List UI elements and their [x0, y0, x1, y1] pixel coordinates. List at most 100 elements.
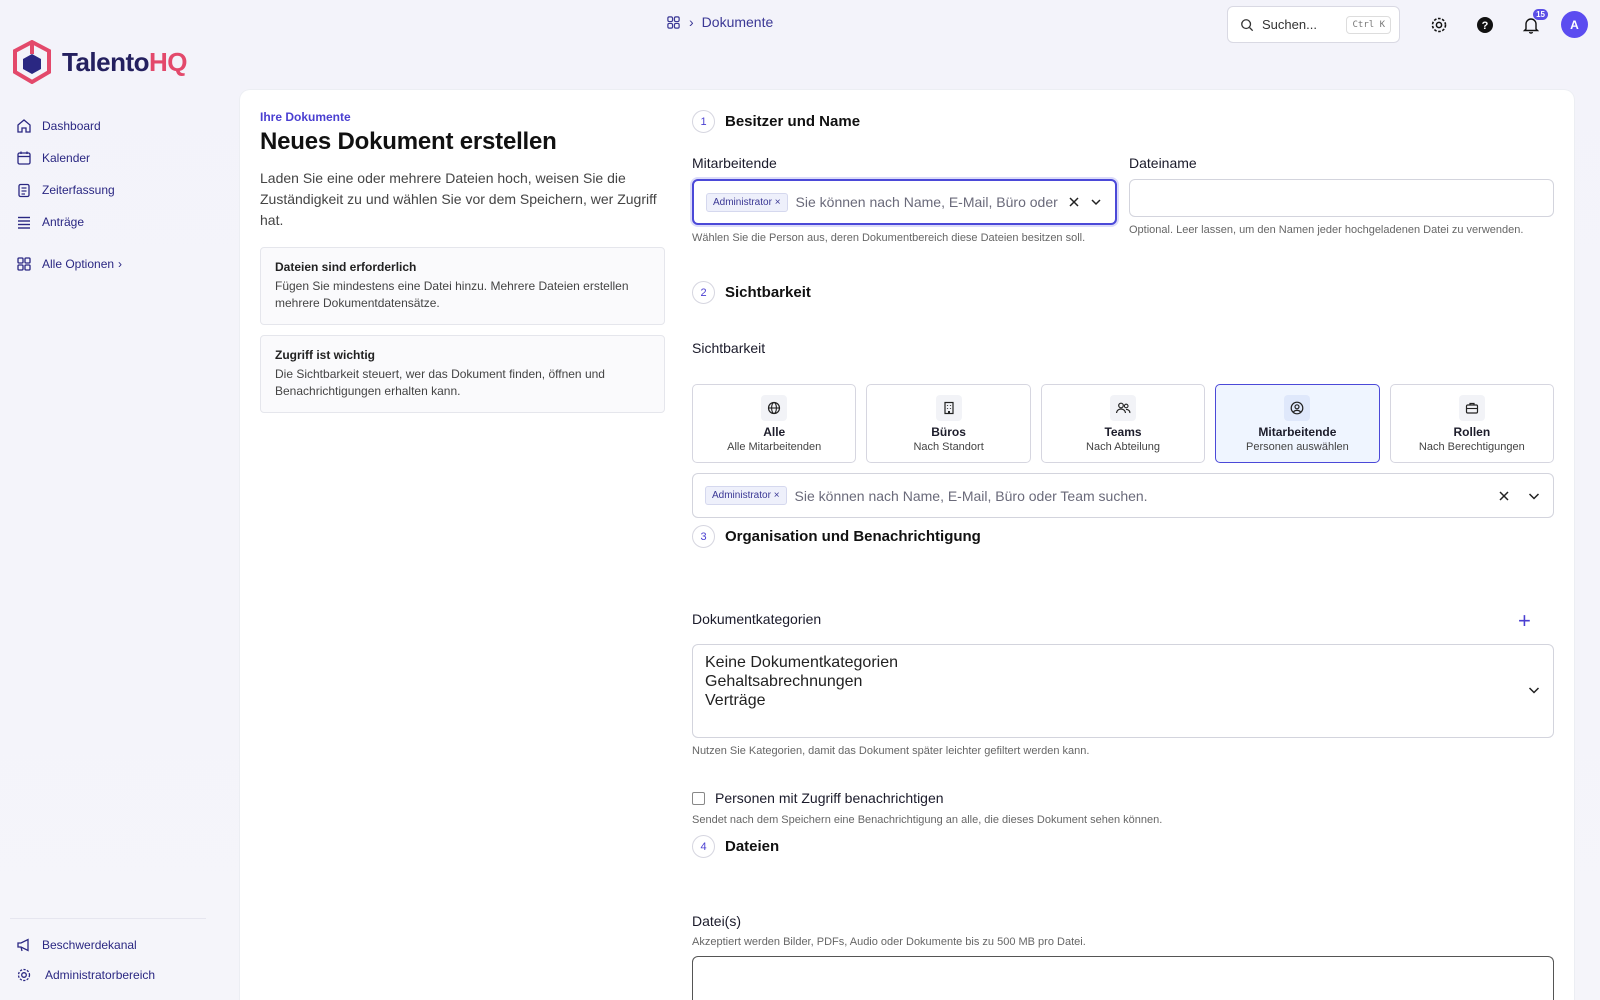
chevron-down-icon[interactable]: [1089, 195, 1103, 209]
sidebar-item-antraege[interactable]: Anträge: [16, 206, 226, 238]
chip-label: Administrator: [712, 490, 771, 501]
sidebar-item-label: Kalender: [42, 151, 91, 165]
employees-placeholder: Sie können nach Name, E-Mail, Büro oder …: [795, 194, 1059, 210]
home-icon: [17, 119, 31, 133]
avatar[interactable]: A: [1561, 11, 1588, 38]
category-option[interactable]: Gehaltsabrechnungen: [705, 672, 1541, 691]
visibility-option-teams[interactable]: Teams Nach Abteilung: [1040, 384, 1206, 463]
info-box-title: Dateien sind erforderlich: [275, 260, 417, 274]
notifications-button[interactable]: 15: [1520, 9, 1548, 36]
filename-input[interactable]: [1129, 179, 1554, 217]
logo[interactable]: TalentoHQ: [12, 40, 188, 84]
sidebar: TalentoHQ Dashboard Kalender Zeiterfassu…: [0, 0, 240, 1000]
notify-checkbox-row[interactable]: Personen mit Zugriff benachrichtigen: [692, 790, 944, 806]
clipboard-icon: [18, 183, 30, 198]
category-option[interactable]: Keine Dokumentkategorien: [705, 653, 1541, 672]
step-header: 2 Sichtbarkeit: [692, 281, 811, 304]
sidebar-item-label: Dashboard: [42, 119, 101, 133]
file-dropzone[interactable]: [692, 956, 1554, 1000]
step-title: Dateien: [725, 838, 780, 855]
logo-cube-icon: [13, 40, 51, 84]
sidebar-item-administratorbereich[interactable]: Administratorbereich: [16, 960, 226, 990]
filename-help: Optional. Leer lassen, um den Namen jede…: [1129, 224, 1524, 236]
option-name: Alle: [763, 424, 786, 439]
visibility-option-rollen[interactable]: Rollen Nach Berechtigungen: [1389, 384, 1555, 463]
svg-text:?: ?: [1482, 20, 1489, 32]
search-input[interactable]: Suchen... Ctrl K: [1227, 6, 1400, 43]
visibility-option-mitarbeitende[interactable]: Mitarbeitende Personen auswählen: [1215, 384, 1380, 463]
visibility-option-alle[interactable]: Alle Alle Mitarbeitenden: [692, 384, 857, 463]
step-title: Besitzer und Name: [725, 113, 861, 130]
chevron-down-icon[interactable]: [1527, 489, 1541, 503]
search-icon: [1241, 18, 1254, 31]
add-category-button[interactable]: +: [1518, 610, 1531, 632]
sidebar-item-dashboard[interactable]: Dashboard: [16, 110, 226, 142]
chip-label: Administrator: [713, 196, 772, 208]
apps-icon[interactable]: [666, 15, 681, 30]
gear-icon: [1431, 17, 1447, 33]
option-sub: Nach Berechtigungen: [1418, 440, 1525, 453]
employees-help: Wählen Sie die Person aus, deren Dokumen…: [692, 232, 1086, 244]
categories-label: Dokumentkategorien: [692, 611, 822, 627]
breadcrumb-current[interactable]: Dokumente: [702, 14, 774, 30]
clear-icon[interactable]: [1067, 195, 1081, 209]
info-box-title: Zugriff ist wichtig: [275, 348, 375, 362]
notify-help: Sendet nach dem Speichern eine Benachric…: [692, 814, 1163, 826]
info-box-text: Die Sichtbarkeit steuert, wer das Dokume…: [275, 367, 605, 398]
building-icon: [935, 394, 962, 421]
selected-chip[interactable]: Administrator ×: [706, 192, 788, 212]
intro-panel: Ihre Dokumente Neues Dokument erstellen …: [260, 110, 665, 413]
users-icon: [1110, 394, 1137, 421]
sidebar-bottom-nav: Beschwerdekanal Administratorbereich: [10, 918, 226, 990]
sidebar-item-zeiterfassung[interactable]: Zeiterfassung: [16, 174, 226, 206]
briefcase-icon: [1458, 394, 1485, 421]
files-help: Akzeptiert werden Bilder, PDFs, Audio od…: [692, 936, 1086, 948]
eyebrow: Ihre Dokumente: [260, 110, 351, 124]
clear-icon[interactable]: [1497, 489, 1511, 503]
visibility-placeholder: Sie können nach Name, E-Mail, Büro oder …: [794, 487, 1148, 504]
breadcrumb: › Dokumente: [666, 14, 773, 30]
info-box-files: Dateien sind erforderlich Fügen Sie mind…: [260, 247, 665, 325]
gear-icon: [17, 968, 31, 982]
globe-icon: [761, 394, 788, 421]
visibility-options: Alle Alle Mitarbeitenden Büros Nach Stan…: [692, 384, 1555, 463]
step-title: Sichtbarkeit: [725, 284, 811, 301]
category-option[interactable]: Verträge: [705, 691, 1541, 710]
visibility-option-bueros[interactable]: Büros Nach Standort: [866, 384, 1031, 463]
notification-badge: 15: [1533, 9, 1548, 20]
filename-label: Dateiname: [1129, 155, 1197, 171]
sidebar-item-label: Beschwerdekanal: [42, 938, 137, 952]
sidebar-item-all-options[interactable]: Alle Optionen ›: [16, 248, 226, 280]
chevron-right-icon: ›: [118, 257, 123, 271]
option-sub: Nach Standort: [913, 440, 984, 453]
step-number: 3: [692, 525, 715, 548]
employees-select[interactable]: Administrator × Sie können nach Name, E-…: [692, 179, 1117, 225]
option-name: Mitarbeitende: [1258, 424, 1337, 439]
search-shortcut: Ctrl K: [1346, 15, 1391, 34]
step-title: Organisation und Benachrichtigung: [725, 528, 981, 545]
sidebar-item-beschwerdekanal[interactable]: Beschwerdekanal: [16, 930, 226, 960]
sidebar-item-label: Administratorbereich: [45, 968, 156, 982]
option-sub: Nach Abteilung: [1086, 440, 1161, 453]
remove-chip-icon[interactable]: ×: [775, 197, 781, 208]
sidebar-item-kalender[interactable]: Kalender: [16, 142, 226, 174]
selected-chip[interactable]: Administrator ×: [705, 486, 787, 505]
help-button[interactable]: ?: [1474, 14, 1496, 36]
megaphone-icon: [17, 938, 29, 952]
sidebar-item-label: Zeiterfassung: [42, 183, 115, 197]
notify-checkbox[interactable]: [692, 791, 705, 805]
sidebar-item-label: Alle Optionen: [42, 257, 115, 271]
notify-label: Personen mit Zugriff benachrichtigen: [715, 790, 944, 806]
employees-label: Mitarbeitende: [692, 155, 777, 171]
settings-button[interactable]: [1428, 14, 1450, 36]
remove-chip-icon[interactable]: ×: [774, 490, 780, 501]
categories-select[interactable]: Keine Dokumentkategorien Gehaltsabrechnu…: [692, 644, 1554, 738]
user-circle-icon: [1284, 394, 1311, 421]
page-title: Neues Dokument erstellen: [260, 128, 557, 155]
chevron-down-icon: [1528, 687, 1540, 694]
calendar-icon: [17, 151, 31, 165]
option-sub: Personen auswählen: [1246, 440, 1349, 453]
visibility-people-select[interactable]: Administrator × Sie können nach Name, E-…: [692, 473, 1554, 518]
grid-icon: [17, 257, 31, 271]
step-header: 1 Besitzer und Name: [692, 110, 860, 133]
